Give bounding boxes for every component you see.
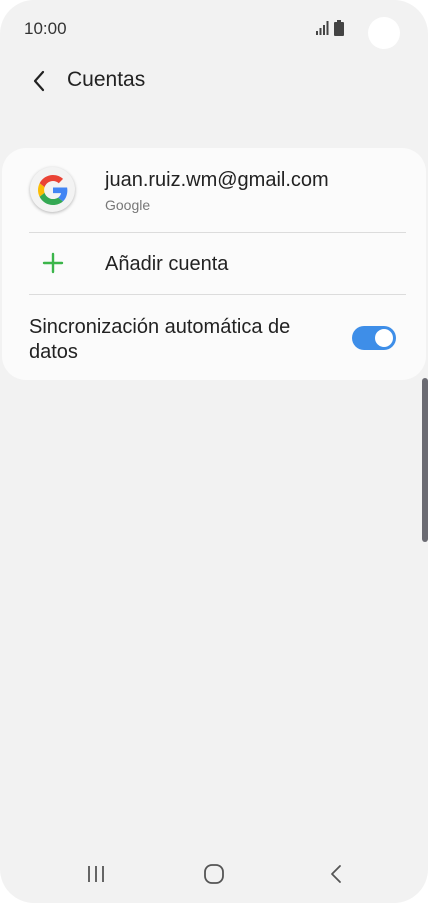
auto-sync-row[interactable]: Sincronización automática de datos	[2, 295, 426, 380]
status-time: 10:00	[24, 19, 67, 38]
plus-icon	[42, 252, 64, 274]
google-icon	[37, 174, 67, 205]
signal-icon	[316, 21, 329, 35]
home-icon	[204, 864, 224, 884]
page-title: Cuentas	[67, 68, 146, 91]
recent-apps-icon	[88, 866, 104, 882]
nav-back-button[interactable]	[320, 860, 352, 888]
auto-sync-label: Sincronización automática de datos	[29, 316, 291, 363]
account-type: Google	[105, 197, 151, 213]
navigation-bar	[0, 848, 428, 903]
toggle-knob	[373, 327, 395, 349]
add-account-label: Añadir cuenta	[105, 253, 229, 275]
recent-apps-button[interactable]	[80, 860, 112, 888]
home-button[interactable]	[198, 860, 230, 888]
battery-icon	[334, 20, 344, 36]
status-bar: 10:00	[0, 0, 428, 58]
back-arrow-icon	[33, 70, 45, 92]
scrollbar[interactable]	[422, 378, 428, 542]
account-row-google[interactable]: juan.ruiz.wm@gmail.com Google	[2, 148, 426, 232]
back-icon	[331, 865, 341, 883]
back-button[interactable]	[22, 64, 56, 98]
add-account-button[interactable]: Añadir cuenta	[2, 233, 426, 294]
camera-cutout	[368, 17, 400, 49]
header: Cuentas	[0, 58, 428, 104]
accounts-card: juan.ruiz.wm@gmail.com Google Añadir cue…	[2, 148, 426, 380]
auto-sync-toggle[interactable]	[352, 326, 396, 350]
account-email: juan.ruiz.wm@gmail.com	[105, 169, 329, 191]
phone-screen: 10:00 Cuentas juan.ruiz.wm@gmail.com Goo…	[0, 0, 428, 903]
google-account-avatar	[30, 167, 75, 212]
